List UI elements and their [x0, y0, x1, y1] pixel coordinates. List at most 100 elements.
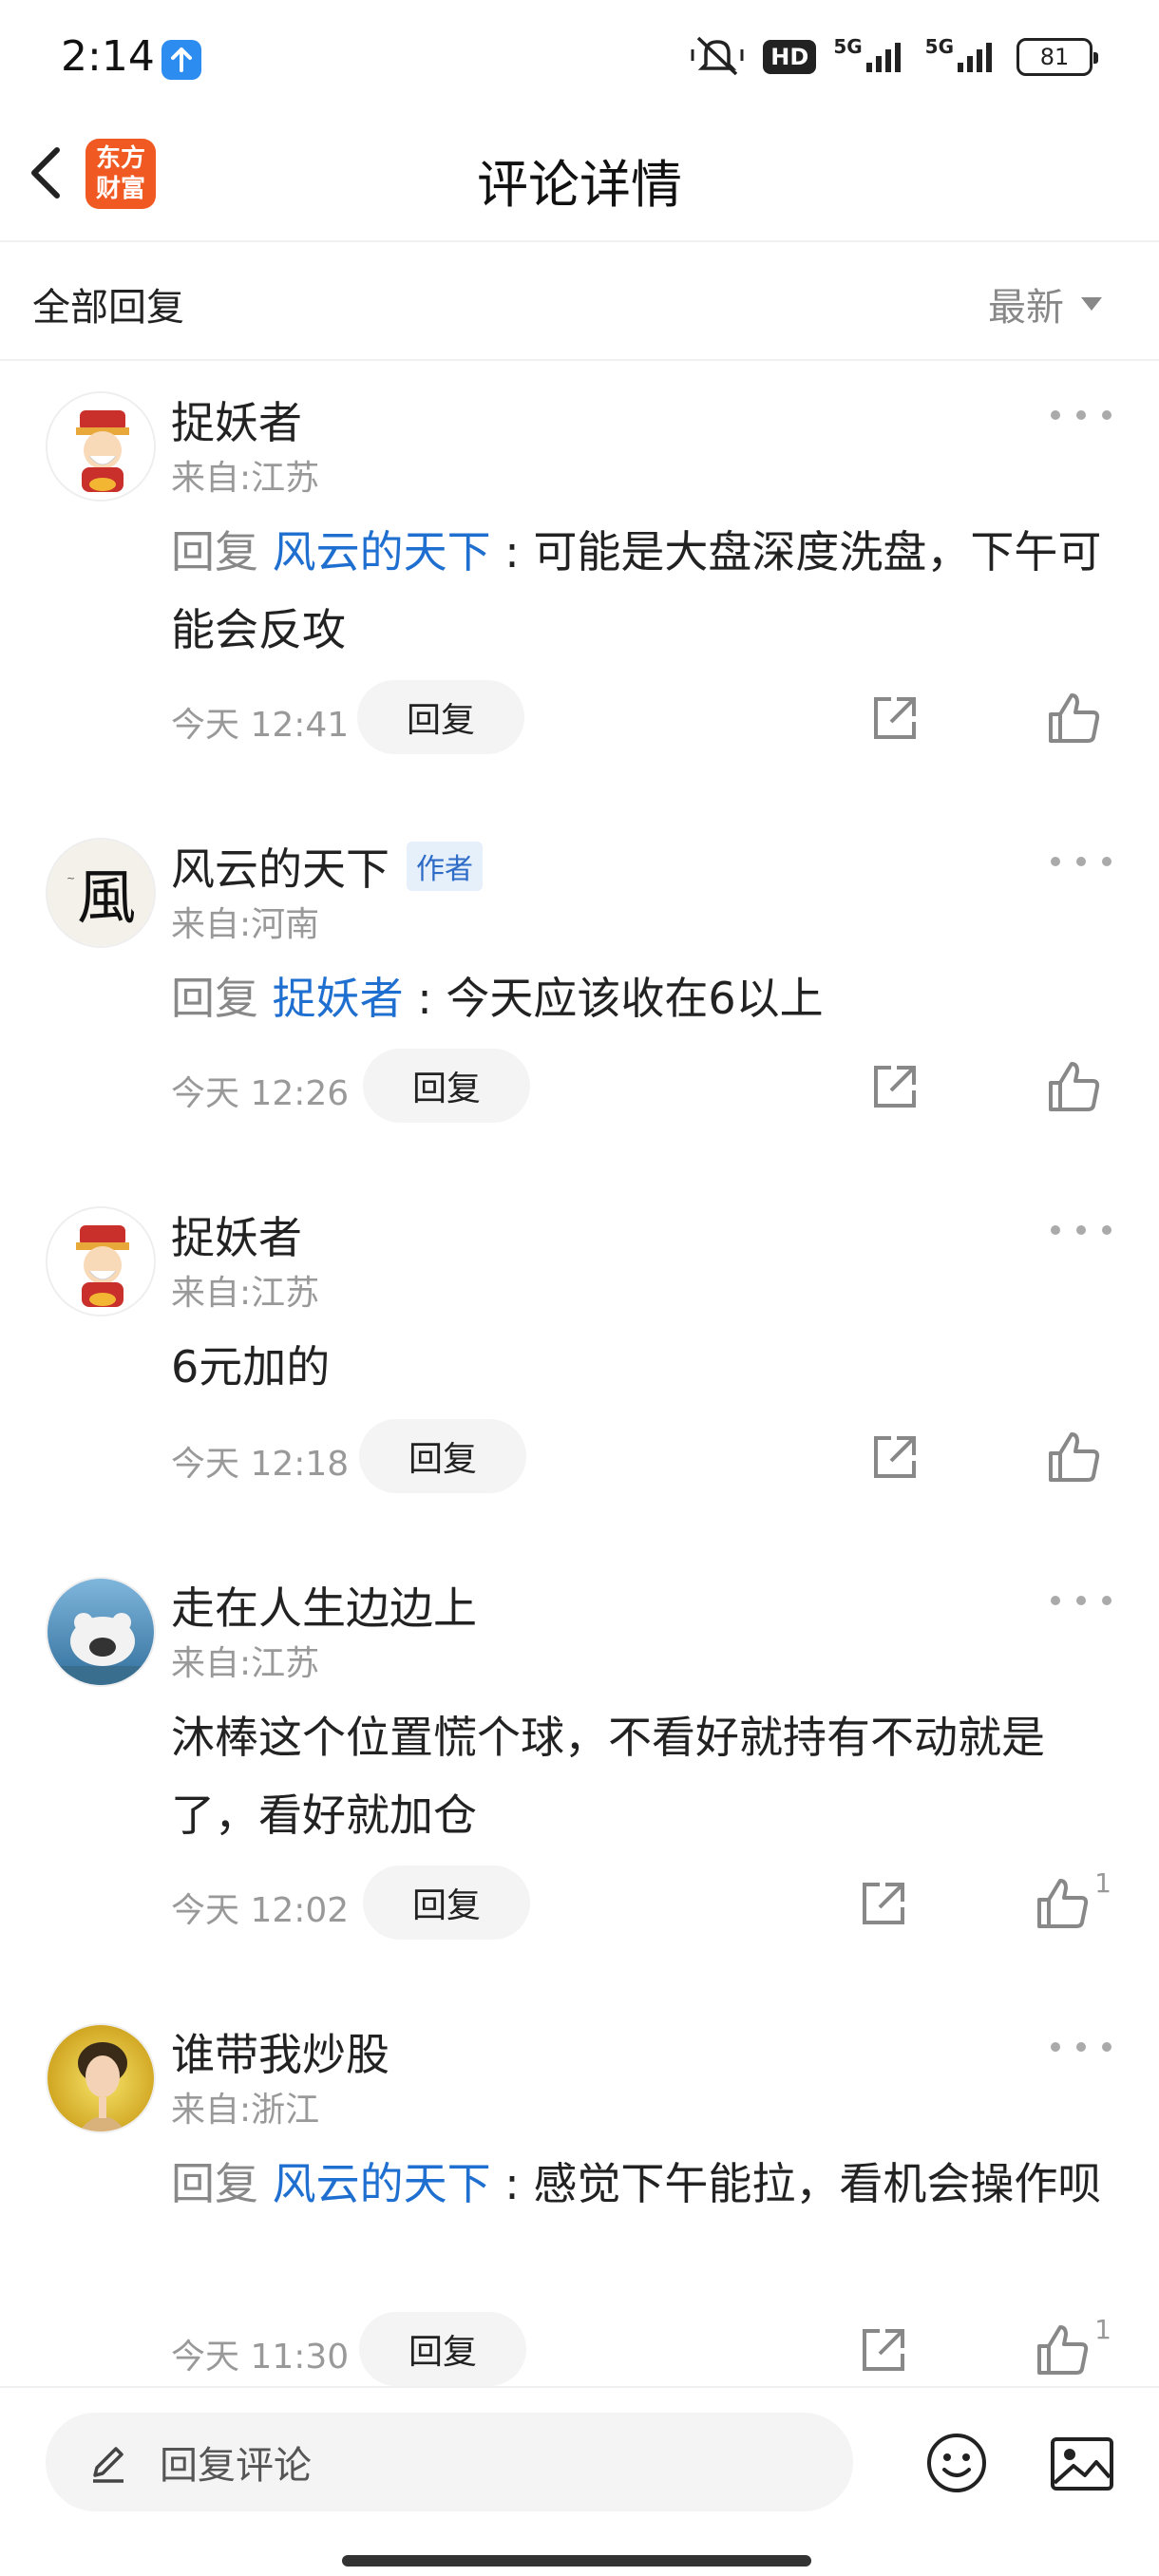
more-dots-icon[interactable] — [1051, 1225, 1112, 1244]
location: 来自:江苏 — [171, 1644, 320, 1683]
like-button[interactable] — [1045, 1058, 1112, 1115]
like-button[interactable] — [1045, 690, 1112, 747]
share-icon[interactable] — [857, 1877, 910, 1930]
all-replies-title: 全部回复 — [32, 286, 184, 330]
comment-meta: 今天 12:41 回复 — [171, 680, 1112, 754]
reply-prefix: 回复 — [171, 526, 258, 578]
sort-label: 最新 — [988, 286, 1064, 330]
thumbs-up-icon — [1049, 1062, 1100, 1111]
status-time: 2:14 — [61, 32, 155, 81]
mention-link[interactable]: 风云的天下 — [273, 2158, 491, 2209]
share-icon[interactable] — [868, 1060, 922, 1113]
more-dots-icon[interactable] — [1051, 410, 1112, 429]
nav-bar: 东方 财富 评论详情 — [0, 114, 1159, 242]
signal-icon — [865, 38, 908, 76]
comment-meta: 今天 11:30 回复 1 — [171, 2312, 1112, 2386]
emoji-button[interactable] — [925, 2432, 988, 2494]
username[interactable]: 风云的天下 — [171, 835, 390, 898]
reply-prefix: 回复 — [171, 2158, 258, 2209]
comment-text: 回复 捉妖者 : 今天应该收在6以上 — [171, 959, 1112, 1037]
comment-item: 捉妖者 来自:江苏 回复 风云的天下 : 可能是大盘深度洗盘，下午可能会反攻 今… — [0, 391, 1159, 790]
section-header: 全部回复 最新 — [0, 242, 1159, 361]
network-label-1: 5G — [833, 35, 863, 58]
image-button[interactable] — [1049, 2435, 1115, 2492]
avatar[interactable]: 風 ~ — [46, 838, 156, 948]
comment-time: 今天 12:26 — [171, 1074, 350, 1113]
username-row: 捉妖者 — [171, 391, 302, 448]
reply-prefix: 回复 — [171, 973, 258, 1024]
comment-time: 今天 12:18 — [171, 1445, 350, 1484]
caret-down-icon — [1081, 297, 1102, 311]
comment-time: 今天 11:30 — [171, 2338, 350, 2377]
like-button[interactable]: 1 — [1034, 1867, 1112, 1932]
username-row: 捉妖者 — [171, 1206, 302, 1263]
username-row: 谁带我炒股 — [171, 2023, 390, 2080]
like-count: 1 — [1094, 2314, 1112, 2345]
comment-meta: 今天 12:02 回复 1 — [171, 1866, 1112, 1940]
home-indicator[interactable] — [342, 2555, 811, 2567]
status-icons: HD 5G 5G 81 — [689, 32, 1098, 82]
bottom-bar: 回复评论 — [0, 2386, 1159, 2576]
reply-input-placeholder: 回复评论 — [160, 2444, 312, 2488]
pencil-icon — [93, 2447, 124, 2483]
svg-text:風: 風 — [77, 862, 136, 932]
reply-button[interactable]: 回复 — [357, 680, 524, 754]
comment-meta: 今天 12:26 回复 — [171, 1049, 1112, 1123]
image-icon — [1051, 2437, 1113, 2491]
reply-comment-input[interactable]: 回复评论 — [46, 2413, 853, 2511]
location: 来自:江苏 — [171, 459, 320, 498]
username[interactable]: 谁带我炒股 — [171, 2020, 390, 2083]
location: 来自:江苏 — [171, 1274, 320, 1313]
share-icon[interactable] — [857, 2323, 910, 2377]
avatar[interactable] — [46, 2023, 156, 2133]
upload-icon — [162, 40, 201, 80]
thumbs-up-icon — [1037, 2325, 1089, 2375]
share-icon[interactable] — [868, 691, 922, 745]
reply-button[interactable]: 回复 — [359, 2312, 526, 2386]
comment-meta: 今天 12:18 回复 — [171, 1419, 1112, 1493]
comment-item: 風 ~ 风云的天下 作者 来自:河南 回复 捉妖者 : 今天应该收在6以上 今天 … — [0, 838, 1159, 1151]
network-label-2: 5G — [924, 35, 954, 58]
sort-dropdown[interactable]: 最新 — [988, 276, 1102, 331]
like-count: 1 — [1094, 1867, 1112, 1899]
share-icon[interactable] — [868, 1430, 922, 1484]
battery-indicator: 81 — [1016, 38, 1098, 76]
reply-button[interactable]: 回复 — [359, 1419, 526, 1493]
thumbs-up-icon — [1037, 1879, 1089, 1928]
author-badge: 作者 — [407, 842, 483, 891]
more-dots-icon[interactable] — [1051, 1596, 1112, 1615]
mention-link[interactable]: 风云的天下 — [273, 526, 491, 578]
avatar[interactable] — [46, 391, 156, 502]
username[interactable]: 捉妖者 — [171, 1203, 302, 1266]
comment-time: 今天 12:02 — [171, 1891, 350, 1930]
emoji-icon — [927, 2434, 986, 2492]
reply-button[interactable]: 回复 — [363, 1049, 530, 1123]
status-bar: 2:14 HD 5G 5G 81 — [0, 0, 1159, 114]
signal-icon-2 — [958, 38, 999, 76]
comment-item: 走在人生边边上 来自:江苏 沐棒这个位置慌个球，不看好就持有不动就是了，看好就加… — [0, 1577, 1159, 1957]
avatar[interactable] — [46, 1577, 156, 1687]
comment-text: 回复 风云的天下 : 感觉下午能拉，看机会操作呗 — [171, 2145, 1112, 2223]
mention-link[interactable]: 捉妖者 — [273, 973, 404, 1024]
more-dots-icon[interactable] — [1051, 857, 1112, 876]
thumbs-up-icon — [1049, 1432, 1100, 1482]
like-button[interactable]: 1 — [1034, 2314, 1112, 2378]
comment-item: 捉妖者 来自:江苏 6元加的 今天 12:18 回复 — [0, 1206, 1159, 1520]
comment-item: 谁带我炒股 来自:浙江 回复 风云的天下 : 感觉下午能拉，看机会操作呗 今天 … — [0, 2023, 1159, 2386]
username-row: 风云的天下 作者 — [171, 838, 483, 895]
comment-text: 回复 风云的天下 : 可能是大盘深度洗盘，下午可能会反攻 — [171, 513, 1112, 669]
comment-body: : 感觉下午能拉，看机会操作呗 — [490, 2158, 1102, 2209]
thumbs-up-icon — [1049, 693, 1100, 743]
like-button[interactable] — [1045, 1429, 1112, 1486]
username[interactable]: 走在人生边边上 — [171, 1574, 477, 1637]
location: 来自:浙江 — [171, 2091, 320, 2130]
location: 来自:河南 — [171, 905, 320, 944]
comment-text: 6元加的 — [171, 1341, 331, 1392]
avatar[interactable] — [46, 1206, 156, 1316]
svg-text:~: ~ — [66, 872, 75, 884]
username-row: 走在人生边边上 — [171, 1577, 477, 1634]
more-dots-icon[interactable] — [1051, 2042, 1112, 2061]
mute-vibrate-icon — [689, 32, 746, 82]
reply-button[interactable]: 回复 — [363, 1866, 530, 1940]
username[interactable]: 捉妖者 — [171, 388, 302, 451]
